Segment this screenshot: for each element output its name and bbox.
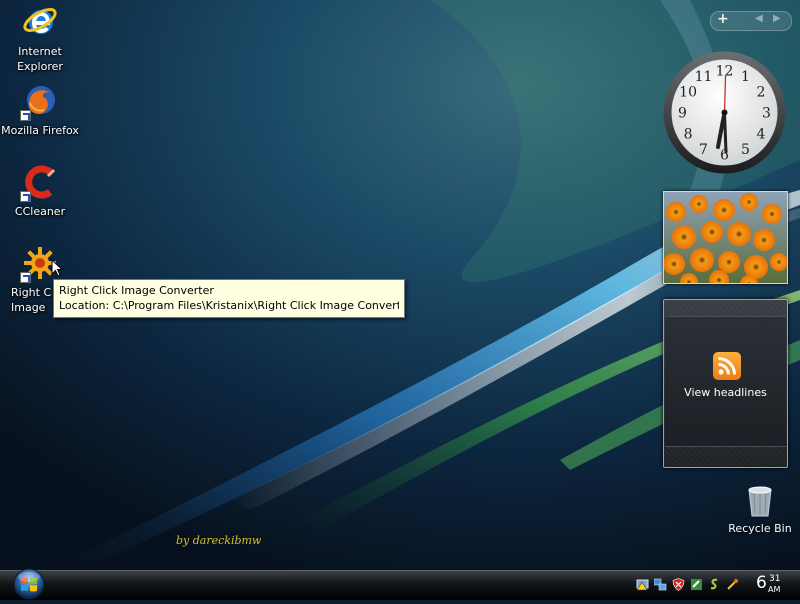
taskbar-clock[interactable]: 6 31 AM: [756, 573, 780, 594]
clock-ampm: AM: [768, 585, 781, 594]
clock-number: 7: [699, 142, 708, 158]
flowers-photo: [664, 192, 787, 283]
flower: [762, 204, 782, 224]
clock-number: 9: [678, 106, 687, 122]
flower: [690, 195, 708, 213]
desktop: Internet Explorer Mozilla Firefox CClean…: [0, 0, 800, 570]
view-headlines-link[interactable]: View headlines: [664, 386, 787, 399]
icon-label: CCleaner: [14, 205, 66, 218]
shortcut-arrow-icon: [20, 110, 31, 121]
icon-label: Internet: [18, 45, 62, 58]
clock-number: 5: [741, 142, 750, 158]
ccleaner-icon: [20, 162, 60, 202]
security-shield-icon[interactable]: [672, 576, 685, 591]
flower: [753, 229, 775, 251]
flower: [672, 225, 696, 249]
sidebar-controls: + ◀ ▶: [710, 11, 792, 31]
clock-minute: 31: [769, 574, 781, 584]
clock-number: 10: [679, 85, 697, 101]
desktop-icon-recycle-bin[interactable]: Recycle Bin: [722, 484, 798, 535]
clock-hour: 6: [756, 573, 767, 593]
clock-number: 4: [756, 127, 765, 143]
sync-icon[interactable]: [708, 576, 721, 590]
flower: [664, 253, 685, 275]
desktop-icon-mozilla-firefox[interactable]: Mozilla Firefox: [0, 81, 82, 138]
icon-label: Mozilla Firefox: [1, 124, 79, 137]
shortcut-arrow-icon: [20, 191, 31, 202]
clock-number: 3: [762, 106, 771, 122]
start-button[interactable]: [10, 568, 48, 600]
rss-feed-icon: [713, 352, 741, 380]
slideshow-gadget[interactable]: [663, 191, 788, 284]
desktop-icon-internet-explorer[interactable]: Internet Explorer: [0, 2, 82, 74]
analog-clock-face: 12 1234567891011: [663, 51, 786, 174]
network-warning-icon[interactable]: [636, 576, 649, 591]
shortcut-arrow-icon: [20, 272, 31, 283]
add-gadget-button[interactable]: +: [717, 11, 729, 27]
flower: [701, 221, 723, 243]
tools-icon[interactable]: [726, 576, 739, 590]
previous-page-icon[interactable]: ◀: [755, 13, 763, 24]
minute-hand: [723, 111, 728, 154]
clock-number: 1: [741, 69, 750, 85]
mouse-cursor-icon: [51, 259, 63, 277]
flower: [740, 193, 758, 211]
next-page-icon[interactable]: ▶: [773, 13, 781, 24]
flower: [713, 199, 735, 221]
icon-tooltip: Right Click Image Converter Location: C:…: [53, 279, 405, 318]
clock-number: 11: [695, 69, 713, 85]
tooltip-title: Right Click Image Converter: [59, 284, 214, 297]
internet-explorer-icon: [20, 2, 60, 42]
flower: [666, 202, 686, 222]
flower: [718, 251, 740, 273]
clock-gadget[interactable]: 12 1 2 3 4 5 6 7 8 9 10 11: [662, 50, 787, 175]
watermark-text: by dareckibmw: [176, 534, 262, 547]
windows-logo-icon: [13, 568, 45, 600]
flower: [690, 248, 714, 272]
network-icon[interactable]: [653, 576, 667, 591]
clock-number: 12: [716, 64, 734, 80]
icon-label: Recycle Bin: [728, 522, 792, 535]
desktop-icon-ccleaner[interactable]: CCleaner: [0, 162, 82, 219]
icon-label: Explorer: [17, 60, 63, 73]
flower: [727, 222, 751, 246]
tooltip-location: Location: C:\Program Files\Kristanix\Rig…: [59, 299, 399, 312]
clock-number: 2: [756, 85, 765, 101]
gadget-panel: [665, 316, 786, 447]
feed-headlines-gadget[interactable]: View headlines: [663, 299, 788, 468]
clock-number: 8: [684, 127, 693, 143]
antivirus-icon[interactable]: [690, 576, 703, 590]
firefox-icon: [20, 81, 60, 121]
recycle-bin-icon: [748, 486, 772, 517]
